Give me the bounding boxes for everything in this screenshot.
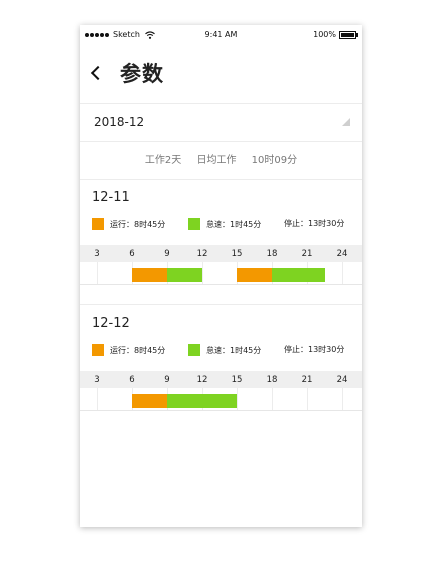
hour-tick-label: 21 xyxy=(301,249,313,259)
battery-icon xyxy=(339,30,358,39)
back-button[interactable] xyxy=(88,61,106,85)
timeline-segment-idle xyxy=(167,394,237,408)
grid-line xyxy=(342,388,343,410)
hour-tick-label: 3 xyxy=(94,249,100,259)
hour-tick-label: 6 xyxy=(129,249,135,259)
legend-stopped-label: 停止：13时30分 xyxy=(284,219,345,228)
page-title: 参数 xyxy=(120,62,164,86)
day-date: 12-11 xyxy=(92,190,130,205)
day-legend: 运行：8时45分 怠速：1时45分 停止：13时30分 xyxy=(92,218,354,232)
hour-tick-label: 24 xyxy=(336,249,348,259)
grid-line xyxy=(97,262,98,284)
legend-running-swatch xyxy=(92,218,104,230)
timeline-segment-running xyxy=(237,268,272,282)
legend-running-swatch xyxy=(92,344,104,356)
timeline-track xyxy=(80,262,362,285)
legend-idle-label: 怠速：1时45分 xyxy=(206,345,262,355)
timeline-segment-running xyxy=(132,268,167,282)
timeline-segment-idle xyxy=(167,268,202,282)
chevron-left-icon xyxy=(90,65,106,81)
hour-tick-label: 12 xyxy=(196,249,208,259)
day-section: 12-11 运行：8时45分 怠速：1时45分 停止：13时30分 3 6 9 12 15 18 2… xyxy=(80,190,362,290)
section-divider xyxy=(80,304,362,305)
date-selector[interactable]: 2018-12 xyxy=(80,103,362,142)
status-right: 100% xyxy=(313,30,358,39)
legend-idle: 怠速：1时45分 xyxy=(188,344,261,356)
legend-stopped: 停止：13时30分 xyxy=(284,218,344,229)
hour-tick-label: 21 xyxy=(301,375,313,385)
grid-line xyxy=(272,388,273,410)
hour-tick-label: 6 xyxy=(129,375,135,385)
battery-percent: 100% xyxy=(313,30,336,39)
hour-tick-label: 18 xyxy=(266,375,278,385)
day-date: 12-12 xyxy=(92,316,130,331)
legend-stopped-label: 停止：13时30分 xyxy=(284,345,345,354)
legend-idle: 怠速：1时45分 xyxy=(188,218,261,230)
grid-line xyxy=(237,388,238,410)
hour-tick-label: 24 xyxy=(336,375,348,385)
hour-tick-label: 12 xyxy=(196,375,208,385)
phone-screen: Sketch 9:41 AM 100% 参数 2018-12 工作2天 日均工作… xyxy=(80,25,362,527)
nav-bar: 参数 xyxy=(80,45,362,104)
legend-idle-label: 怠速：1时45分 xyxy=(206,219,262,229)
grid-line xyxy=(342,262,343,284)
hour-tick-label: 9 xyxy=(164,249,170,259)
hour-axis: 3 6 9 12 15 18 21 24 xyxy=(80,245,362,262)
legend-running: 运行：8时45分 xyxy=(92,344,165,356)
day-section: 12-12 运行：8时45分 怠速：1时45分 停止：13时30分 3 6 9 12 15 18 2… xyxy=(80,316,362,416)
legend-running-label: 运行：8时45分 xyxy=(110,345,166,355)
hour-tick-label: 15 xyxy=(231,249,243,259)
grid-line xyxy=(97,388,98,410)
daily-value: 10时09分 xyxy=(251,155,298,166)
dropdown-corner-icon xyxy=(342,118,350,126)
legend-idle-swatch xyxy=(188,344,200,356)
grid-line xyxy=(202,262,203,284)
work-summary: 工作2天 日均工作 10时09分 xyxy=(80,142,362,180)
legend-idle-swatch xyxy=(188,218,200,230)
legend-running-label: 运行：8时45分 xyxy=(110,219,166,229)
timeline-segment-running xyxy=(132,394,167,408)
status-bar: Sketch 9:41 AM 100% xyxy=(80,25,362,45)
hour-tick-label: 3 xyxy=(94,375,100,385)
timeline-track xyxy=(80,388,362,411)
hour-tick-label: 9 xyxy=(164,375,170,385)
hour-axis: 3 6 9 12 15 18 21 24 xyxy=(80,371,362,388)
day-legend: 运行：8时45分 怠速：1时45分 停止：13时30分 xyxy=(92,344,354,358)
hour-tick-label: 18 xyxy=(266,249,278,259)
work-days: 工作2天 xyxy=(144,155,182,166)
timeline-segment-idle xyxy=(272,268,325,282)
grid-line xyxy=(307,388,308,410)
legend-stopped: 停止：13时30分 xyxy=(284,344,344,355)
daily-label: 日均工作 xyxy=(196,155,237,166)
date-value: 2018-12 xyxy=(94,115,145,129)
legend-running: 运行：8时45分 xyxy=(92,218,165,230)
hour-tick-label: 15 xyxy=(231,375,243,385)
